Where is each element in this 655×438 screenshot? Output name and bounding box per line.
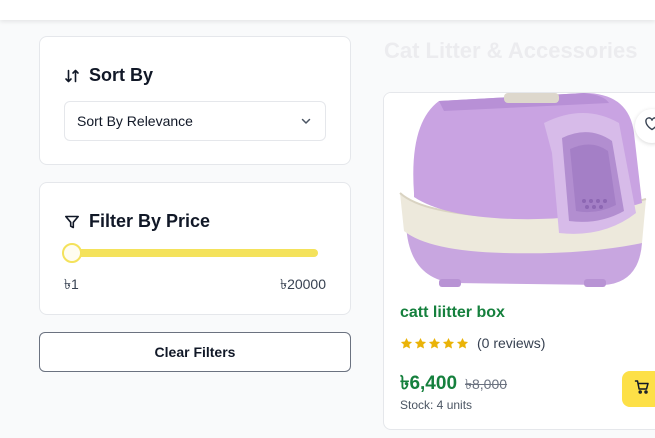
product-rating: (0 reviews)	[400, 335, 545, 351]
sort-select-value: Sort By Relevance	[77, 113, 193, 129]
clear-filters-button[interactable]: Clear Filters	[39, 332, 351, 372]
product-old-price: ৳8,000	[465, 376, 508, 392]
lilac-covered-litter-box-image	[399, 93, 647, 287]
price-filter-title-label: Filter By Price	[89, 211, 211, 231]
price-filter-title: Filter By Price	[64, 211, 210, 232]
add-to-cart-button[interactable]	[622, 371, 655, 407]
price-range-slider[interactable]	[62, 243, 318, 263]
price-row: ৳6,400 ৳8,000	[400, 369, 507, 401]
star-icon	[428, 337, 441, 349]
sort-select[interactable]: Sort By Relevance	[64, 101, 326, 141]
star-icon	[400, 337, 413, 349]
price-max-label: ৳20000	[280, 276, 326, 292]
chevron-down-icon	[299, 114, 313, 128]
slider-track[interactable]	[72, 249, 318, 257]
sort-panel: Sort By Sort By Relevance	[39, 36, 351, 165]
product-name[interactable]: catt liitter box	[400, 304, 505, 322]
star-rating	[400, 337, 469, 350]
sort-arrows-icon	[64, 68, 80, 84]
price-min-label: ৳1	[64, 276, 79, 292]
product-image[interactable]	[384, 93, 655, 287]
price-filter-panel: Filter By Price ৳1 ৳20000	[39, 182, 351, 315]
star-icon	[414, 337, 427, 349]
filter-funnel-icon	[64, 214, 80, 230]
cart-icon	[634, 379, 650, 400]
heart-icon	[644, 116, 655, 137]
product-price: ৳6,400	[400, 373, 458, 394]
sort-title: Sort By	[64, 65, 153, 86]
product-card[interactable]: catt liitter box (0 reviews) ৳6,400 ৳8,0…	[383, 92, 655, 430]
sort-title-label: Sort By	[89, 65, 154, 85]
review-count: (0 reviews)	[477, 335, 546, 351]
star-icon	[442, 337, 455, 349]
star-icon	[456, 337, 469, 349]
top-navbar	[0, 0, 655, 20]
slider-thumb-min[interactable]	[62, 243, 82, 263]
product-stock: Stock: 4 units	[400, 398, 473, 412]
category-heading: Cat Litter & Accessories	[384, 38, 638, 63]
